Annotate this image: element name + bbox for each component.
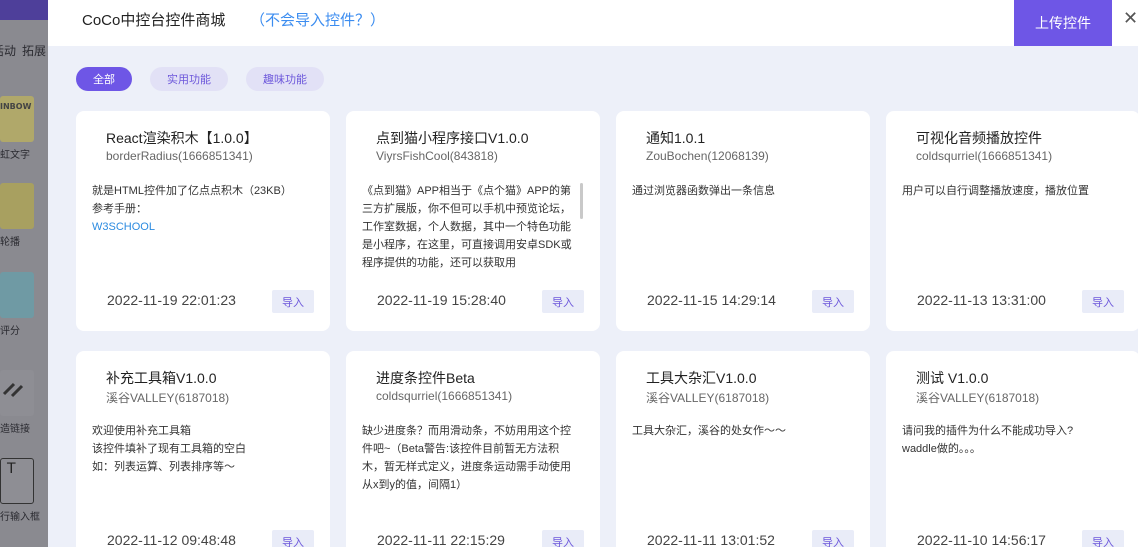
import-button[interactable]: 导入 <box>812 290 854 313</box>
category-filter-bar: 全部 实用功能 趣味功能 <box>76 67 324 91</box>
widget-author: ViyrsFishCool(843818) <box>376 149 498 163</box>
widget-author: coldsqurriel(1666851341) <box>916 149 1053 163</box>
widget-description: 《点到猫》APP相当于《点个猫》APP的第三方扩展版，你不但可以手机中预览论坛，… <box>362 185 572 269</box>
widget-author: borderRadius(1666851341) <box>106 149 253 163</box>
thumbnail-text: INBOW <box>0 102 32 111</box>
widget-date: 2022-11-15 14:29:14 <box>647 292 776 308</box>
widget-title: 工具大杂汇V1.0.0 <box>646 370 757 386</box>
widget-title: 进度条控件Beta <box>376 370 475 386</box>
close-icon[interactable]: ✕ <box>1123 8 1138 29</box>
background-tab: 活动 <box>0 44 17 58</box>
description-scrollbar[interactable] <box>580 183 583 219</box>
carousel-thumbnail <box>0 183 34 229</box>
filter-all[interactable]: 全部 <box>76 67 132 91</box>
widget-description-text: 就是HTML控件加了亿点点积木（23KB） 参考手册： <box>92 185 292 215</box>
widget-store-modal: CoCo中控台控件商城 （不会导入控件？） 上传控件 ✕ 全部 实用功能 趣味功… <box>48 0 1138 547</box>
background-widget-item: T 行输入框 <box>0 458 48 523</box>
widget-title: 补充工具箱V1.0.0 <box>106 370 217 386</box>
widget-date: 2022-11-19 22:01:23 <box>107 292 236 308</box>
background-widget-item: INBOW 虹文字 <box>0 96 48 161</box>
rating-thumbnail <box>0 272 34 318</box>
background-widget-item: 轮播 <box>0 183 48 248</box>
rainbow-text-thumbnail: INBOW <box>0 96 34 142</box>
chain-link-icon <box>2 382 24 398</box>
widget-card: 点到猫小程序接口V1.0.0 ViyrsFishCool(843818) 《点到… <box>346 111 600 331</box>
import-button[interactable]: 导入 <box>812 530 854 547</box>
modal-title: CoCo中控台控件商城 <box>82 12 226 29</box>
widget-title: 通知1.0.1 <box>646 130 706 146</box>
background-item-label: 行输入框 <box>0 512 40 523</box>
widget-card: 测试 V1.0.0 溪谷VALLEY(6187018) 请问我的插件为什么不能成… <box>886 351 1138 547</box>
background-tab: 拓展 <box>22 44 47 58</box>
widget-author: coldsqurriel(1666851341) <box>376 389 513 403</box>
background-item-label: 轮播 <box>0 237 20 248</box>
background-item-label: 评分 <box>0 326 20 337</box>
background-widget-item: 造链接 <box>0 370 48 435</box>
import-button[interactable]: 导入 <box>1082 290 1124 313</box>
background-widget-item: 评分 <box>0 272 48 337</box>
widget-card: 进度条控件Beta coldsqurriel(1666851341) 缺少进度条… <box>346 351 600 547</box>
widget-card: 可视化音频播放控件 coldsqurriel(1666851341) 用户可以自… <box>886 111 1138 331</box>
filter-fun[interactable]: 趣味功能 <box>246 67 324 91</box>
widget-date: 2022-11-13 13:31:00 <box>917 292 1046 308</box>
widget-title: React渲染积木【1.0.0】 <box>106 130 258 146</box>
widget-title: 测试 V1.0.0 <box>916 370 989 386</box>
widget-description: 工具大杂汇，溪谷的处女作〜〜 <box>632 425 786 437</box>
background-item-label: 虹文字 <box>0 150 30 161</box>
import-button[interactable]: 导入 <box>272 530 314 547</box>
widget-card: 工具大杂汇V1.0.0 溪谷VALLEY(6187018) 工具大杂汇，溪谷的处… <box>616 351 870 547</box>
background-item-label: 造链接 <box>0 424 30 435</box>
widget-description: 欢迎使用补充工具箱 该控件填补了现有工具箱的空白 如：列表运算、列表排序等〜 <box>92 425 246 473</box>
reference-link[interactable]: W3SCHOOL <box>92 218 308 236</box>
widget-date: 2022-11-11 13:01:52 <box>647 532 775 547</box>
widget-author: 溪谷VALLEY(6187018) <box>916 391 1040 405</box>
background-tabs: 活动拓展 <box>0 42 46 59</box>
filter-practical[interactable]: 实用功能 <box>150 67 228 91</box>
widget-date: 2022-11-12 09:48:48 <box>107 532 236 547</box>
import-help-link[interactable]: （不会导入控件？） <box>250 9 385 30</box>
import-button[interactable]: 导入 <box>1082 530 1124 547</box>
upload-widget-button[interactable]: 上传控件 <box>1014 0 1112 46</box>
link-icon <box>0 370 34 416</box>
widget-description: 通过浏览器函数弹出一条信息 <box>632 185 775 197</box>
widget-card: 通知1.0.1 ZouBochen(12068139) 通过浏览器函数弹出一条信… <box>616 111 870 331</box>
widget-title: 可视化音频播放控件 <box>916 130 1042 146</box>
widget-description: 缺少进度条？而用滑动条，不妨用用这个控件吧~（Beta警告:该控件目前暂无方法积… <box>362 425 571 491</box>
background-app-panel: 活动拓展 INBOW 虹文字 轮播 评分 造链接 T 行输入框 <box>0 0 48 547</box>
widget-date: 2022-11-19 15:28:40 <box>377 292 506 308</box>
text-cursor-icon: T <box>7 461 16 477</box>
widget-author: 溪谷VALLEY(6187018) <box>106 391 230 405</box>
widget-date: 2022-11-10 14:56:17 <box>917 532 1046 547</box>
background-top-strip <box>0 0 48 20</box>
widget-date: 2022-11-11 22:15:29 <box>377 532 505 547</box>
text-input-icon: T <box>0 458 34 504</box>
widget-description: 用户可以自行调整播放速度，播放位置 <box>902 185 1089 197</box>
widget-title: 点到猫小程序接口V1.0.0 <box>376 130 529 146</box>
widget-author: ZouBochen(12068139) <box>646 149 769 163</box>
import-button[interactable]: 导入 <box>542 530 584 547</box>
import-button[interactable]: 导入 <box>272 290 314 313</box>
widget-description: 就是HTML控件加了亿点点积木（23KB） 参考手册： W3SCHOOL <box>92 182 308 236</box>
import-button[interactable]: 导入 <box>542 290 584 313</box>
widget-card: 补充工具箱V1.0.0 溪谷VALLEY(6187018) 欢迎使用补充工具箱 … <box>76 351 330 547</box>
widget-description: 请问我的插件为什么不能成功导入? waddle做的。。。 <box>902 425 1074 455</box>
widget-author: 溪谷VALLEY(6187018) <box>646 391 770 405</box>
widget-card: React渲染积木【1.0.0】 borderRadius(1666851341… <box>76 111 330 331</box>
modal-header: CoCo中控台控件商城 （不会导入控件？） 上传控件 ✕ <box>48 0 1138 46</box>
